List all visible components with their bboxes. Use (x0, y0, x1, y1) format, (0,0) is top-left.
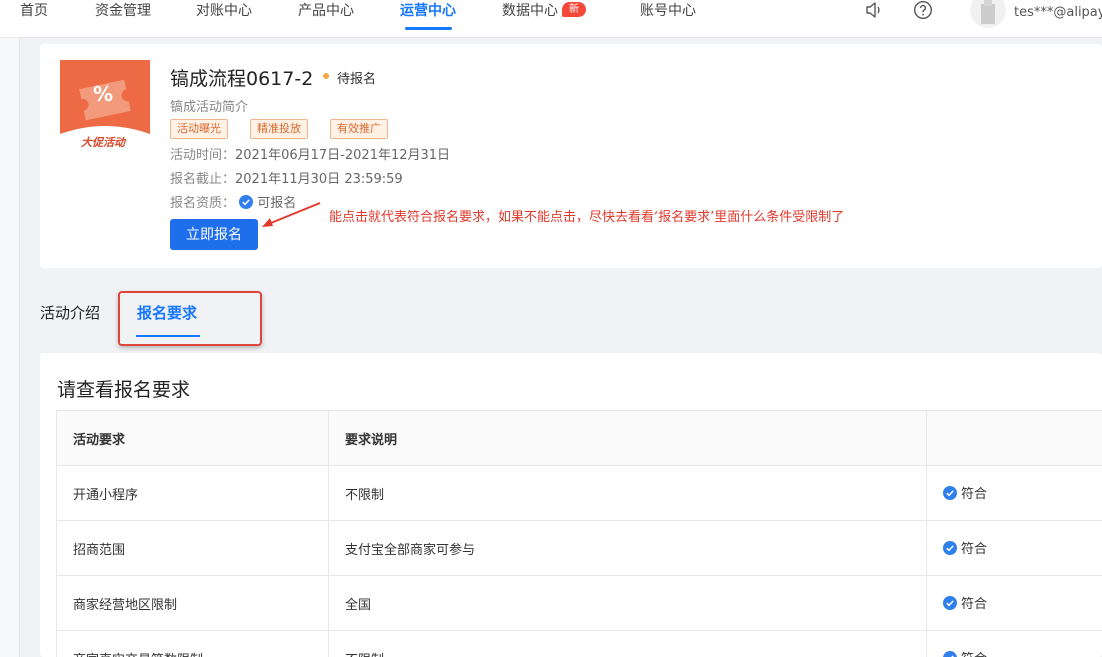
row-requirement: 商家真实交易笔数限制 (56, 630, 329, 657)
activity-intro: 镐成活动简介 (170, 100, 249, 115)
row-description: 不限制 (328, 630, 927, 657)
check-circle-icon (943, 595, 957, 614)
sidebar-strip (0, 38, 20, 657)
table-row: 开通小程序 不限制 符合 (56, 465, 1102, 521)
row-description: 不限制 (328, 465, 927, 521)
header-status (926, 410, 1102, 466)
requirements-table: 活动要求 要求说明 开通小程序 不限制 符合 招商范围 支付宝全部商家可参与 符… (56, 410, 1102, 657)
user-name[interactable]: tes***@alipay (1014, 5, 1102, 20)
top-nav: 首页 资金管理 对账中心 产品中心 运营中心 数据中心 新 账号中心 tes**… (0, 0, 1102, 38)
tab-activity-intro[interactable]: 活动介绍 (40, 302, 100, 323)
check-circle-icon (943, 485, 957, 504)
tag-targeting: 精准投放 (250, 119, 308, 139)
requirements-card: 请查看报名要求 活动要求 要求说明 开通小程序 不限制 符合 招商范围 支付宝全… (40, 353, 1102, 657)
new-badge: 新 (562, 2, 586, 17)
nav-operations[interactable]: 运营中心 (400, 0, 456, 38)
status-dot (323, 73, 329, 79)
table-row: 招商范围 支付宝全部商家可参与 符合 (56, 520, 1102, 576)
tag-exposure: 活动曝光 (170, 119, 228, 139)
nav-products[interactable]: 产品中心 (298, 0, 354, 38)
header-requirement: 活动要求 (56, 410, 329, 466)
annotation-text: 能点击就代表符合报名要求，如果不能点击，尽快去看看‘报名要求’里面什么条件受限制… (329, 210, 845, 225)
promo-image-symbol: % (93, 82, 114, 106)
promo-coupon-image: % 大促活动 (60, 60, 150, 150)
check-circle-icon (943, 650, 957, 657)
table-header-row: 活动要求 要求说明 (56, 410, 1102, 466)
row-status: 符合 (926, 520, 1102, 576)
requirements-title: 请查看报名要求 (57, 379, 191, 401)
row-requirement: 开通小程序 (56, 465, 329, 521)
activity-status: 待报名 (337, 72, 377, 87)
row-status: 符合 (926, 575, 1102, 631)
activity-time: 活动时间：2021年06月17日-2021年12月31日 (170, 148, 451, 163)
promo-image-label: 大促活动 (81, 136, 125, 149)
check-circle-icon (239, 195, 254, 213)
nav-home[interactable]: 首页 (20, 0, 48, 38)
table-row: 商家真实交易笔数限制 不限制 符合 (56, 630, 1102, 657)
row-requirement: 商家经营地区限制 (56, 575, 329, 631)
nav-reconciliation[interactable]: 对账中心 (196, 0, 252, 38)
signup-deadline: 报名截止：2021年11月30日 23:59:59 (170, 172, 403, 187)
highlight-box (118, 291, 262, 346)
activity-card: % 大促活动 镐成流程0617-2 待报名 镐成活动简介 活动曝光 精准投放 有… (40, 44, 1102, 268)
nav-data[interactable]: 数据中心 (502, 0, 558, 38)
header-description: 要求说明 (328, 410, 927, 466)
table-row: 商家经营地区限制 全国 符合 (56, 575, 1102, 631)
signup-button[interactable]: 立即报名 (170, 219, 258, 250)
row-status: 符合 (926, 465, 1102, 521)
activity-title: 镐成流程0617-2 (170, 68, 314, 90)
row-status: 符合 (926, 630, 1102, 657)
check-circle-icon (943, 540, 957, 559)
nav-account[interactable]: 账号中心 (640, 0, 696, 38)
nav-active-indicator (405, 27, 452, 30)
speaker-icon[interactable] (864, 0, 884, 24)
tag-promotion: 有效推广 (330, 119, 388, 139)
annotation-arrow-icon (258, 200, 324, 234)
avatar[interactable] (970, 0, 1006, 28)
row-description: 支付宝全部商家可参与 (328, 520, 927, 576)
help-icon[interactable] (913, 0, 933, 24)
row-requirement: 招商范围 (56, 520, 329, 576)
row-description: 全国 (328, 575, 927, 631)
nav-funds[interactable]: 资金管理 (95, 0, 151, 38)
